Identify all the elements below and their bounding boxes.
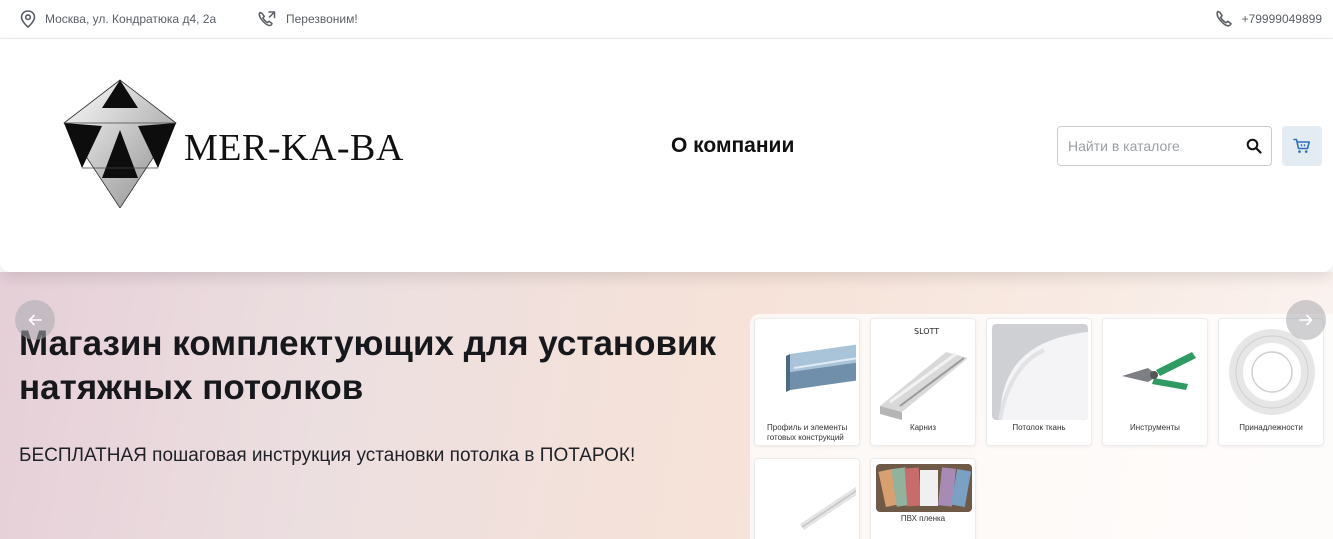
category-label: Потолок ткань — [1012, 423, 1066, 432]
category-image-fabric — [992, 324, 1088, 420]
hero-banner: Магазин комплектующих для установик натя… — [0, 272, 1333, 539]
phone-link[interactable]: +79999049899 — [1215, 0, 1322, 38]
category-card-cornice[interactable]: SLOTT Карниз — [870, 318, 976, 446]
phone-number: +79999049899 — [1241, 12, 1322, 26]
category-label: Карниз — [909, 423, 937, 432]
callback-text: Перезвоним! — [286, 12, 358, 26]
address-info: Москва, ул. Кондратюка д4, 2а — [20, 0, 216, 38]
search-box — [1057, 126, 1272, 166]
nav-about-company[interactable]: О компании — [671, 134, 794, 158]
category-label: Принадлежности — [1239, 423, 1303, 432]
category-card-tools[interactable]: Инструменты — [1102, 318, 1208, 446]
callback-link[interactable]: Перезвоним! — [257, 0, 358, 38]
hero-title: Магазин комплектующих для установик натя… — [19, 324, 716, 407]
slider-prev-button[interactable] — [15, 300, 55, 340]
category-card-insert[interactable] — [754, 458, 860, 539]
hero-subtitle: БЕСПЛАТНАЯ пошаговая инструкция установк… — [19, 445, 636, 466]
arrow-left-icon — [28, 314, 42, 326]
category-card-profile[interactable]: Профиль и элементы готовых конструкций — [754, 318, 860, 446]
category-image-profile — [760, 324, 856, 420]
category-card-fabric[interactable]: Потолок ткань — [986, 318, 1092, 446]
site-header: MER-KA-BA О компании — [0, 39, 1333, 272]
category-label: Инструменты — [1130, 423, 1180, 432]
cart-icon — [1293, 138, 1310, 153]
search-input[interactable] — [1058, 127, 1238, 165]
category-grid: Профиль и элементы готовых конструкций S… — [750, 314, 1333, 539]
arrow-right-icon — [1299, 314, 1313, 326]
logo[interactable]: MER-KA-BA — [60, 78, 420, 208]
category-image-cornice: SLOTT — [876, 324, 972, 420]
category-card-pvc[interactable]: ПВХ пленка — [870, 458, 976, 539]
category-image-tools — [1108, 324, 1204, 420]
category-label: ПВХ пленка — [900, 514, 946, 523]
category-image-pvc — [876, 464, 972, 512]
logo-text: MER-KA-BA — [184, 127, 404, 169]
top-bar: Москва, ул. Кондратюка д4, 2а Перезвоним… — [0, 0, 1333, 39]
category-image-insert — [760, 464, 856, 539]
map-pin-icon — [20, 10, 36, 28]
address-text: Москва, ул. Кондратюка д4, 2а — [45, 12, 217, 26]
slider-next-button[interactable] — [1286, 300, 1326, 340]
phone-icon — [1215, 10, 1232, 27]
cart-button[interactable] — [1282, 126, 1322, 166]
logo-mark — [63, 79, 177, 208]
search-icon[interactable] — [1246, 138, 1262, 154]
phone-callback-icon — [258, 11, 276, 27]
brand-logo-slott: SLOTT — [914, 327, 939, 336]
category-label: Профиль и элементы готовых конструкций — [767, 423, 848, 442]
